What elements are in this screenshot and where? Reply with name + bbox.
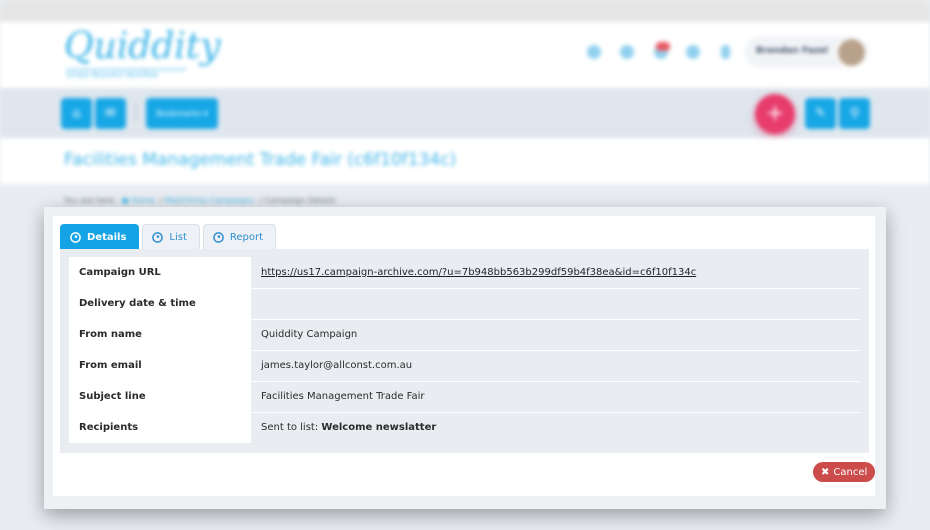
table-row: Delivery date & time — [69, 288, 860, 320]
avatar[interactable] — [836, 37, 867, 68]
edit-button[interactable]: ✎ — [805, 98, 836, 129]
breadcrumb: You are here: ● Home / MailChimp Campaig… — [64, 196, 336, 205]
mailchimp-icon — [70, 231, 81, 243]
table-row: Recipients Sent to list: Welcome newslat… — [69, 412, 860, 443]
toolbar-divider — [135, 104, 136, 122]
search-header-icon[interactable] — [620, 45, 634, 59]
row-value: https://us17.campaign-archive.com/?u=7b9… — [251, 257, 860, 289]
row-label: Subject line — [69, 381, 251, 413]
row-value: Sent to list: Welcome newslatter — [251, 412, 860, 443]
notification-badge — [656, 42, 670, 51]
close-icon: ✖ — [821, 466, 830, 478]
cancel-button[interactable]: ✖ Cancel — [813, 462, 876, 482]
tab-report-label: Report — [229, 231, 264, 243]
campaign-details-modal: Details List Report Campaign URL https:/… — [44, 207, 886, 509]
row-label: From email — [69, 350, 251, 382]
add-fab-button[interactable]: + — [755, 94, 795, 134]
modal-body: Details List Report Campaign URL https:/… — [53, 216, 876, 496]
row-value: james.taylor@allconst.com.au — [251, 350, 860, 382]
tab-details[interactable]: Details — [60, 224, 140, 249]
row-value — [251, 288, 860, 320]
window-top-strip — [0, 0, 930, 22]
table-row: Campaign URL https://us17.campaign-archi… — [69, 257, 860, 289]
mail-button[interactable]: ✉ — [95, 98, 126, 129]
modal-tabs: Details List Report — [60, 224, 277, 249]
bookmarks-button[interactable]: Bookmarks ▾ — [146, 98, 218, 129]
row-label: Campaign URL — [69, 257, 251, 289]
microphone-icon[interactable] — [721, 45, 730, 59]
breadcrumb-item-current: Campaign Details — [264, 196, 336, 205]
row-value: Quiddity Campaign — [251, 319, 860, 351]
row-label: From name — [69, 319, 251, 351]
tab-list[interactable]: List — [142, 224, 200, 249]
settings-icon[interactable] — [587, 45, 601, 59]
breadcrumb-item-campaigns[interactable]: MailChimp Campaigns — [165, 196, 254, 205]
table-row: Subject line Facilities Management Trade… — [69, 381, 860, 413]
campaign-details-table: Campaign URL https://us17.campaign-archi… — [69, 257, 860, 443]
recipients-prefix: Sent to list: — [261, 422, 322, 434]
tab-report[interactable]: Report — [202, 224, 277, 249]
app-logo[interactable]: Quiddity — [64, 27, 221, 67]
table-row: From email james.taylor@allconst.com.au — [69, 350, 860, 382]
home-button[interactable]: ⌂ — [61, 98, 92, 129]
tab-list-label: List — [169, 231, 187, 243]
table-row: From name Quiddity Campaign — [69, 319, 860, 351]
breadcrumb-home-icon: ● — [121, 196, 129, 205]
breadcrumb-item-home[interactable]: Home — [131, 196, 155, 205]
campaign-url-link[interactable]: https://us17.campaign-archive.com/?u=7b9… — [261, 267, 696, 278]
breadcrumb-prefix: You are here: — [64, 196, 117, 205]
row-label: Delivery date & time — [69, 288, 251, 320]
tab-details-label: Details — [87, 231, 127, 243]
headset-icon[interactable] — [686, 45, 700, 59]
row-label: Recipients — [69, 412, 251, 443]
row-value: Facilities Management Trade Fair — [251, 381, 860, 413]
page-title: Facilities Management Trade Fair (c6f10f… — [64, 150, 457, 170]
details-panel: Campaign URL https://us17.campaign-archi… — [60, 249, 869, 453]
recipients-list-name: Welcome newslatter — [321, 422, 437, 434]
mailchimp-icon — [152, 231, 164, 243]
cancel-label: Cancel — [833, 466, 868, 478]
user-name: Brendan Fazel — [756, 46, 828, 56]
mailchimp-icon — [213, 231, 224, 243]
app-tagline: Simple Beautiful Workflow — [66, 69, 186, 79]
search-button[interactable]: ⚲ — [839, 98, 870, 129]
